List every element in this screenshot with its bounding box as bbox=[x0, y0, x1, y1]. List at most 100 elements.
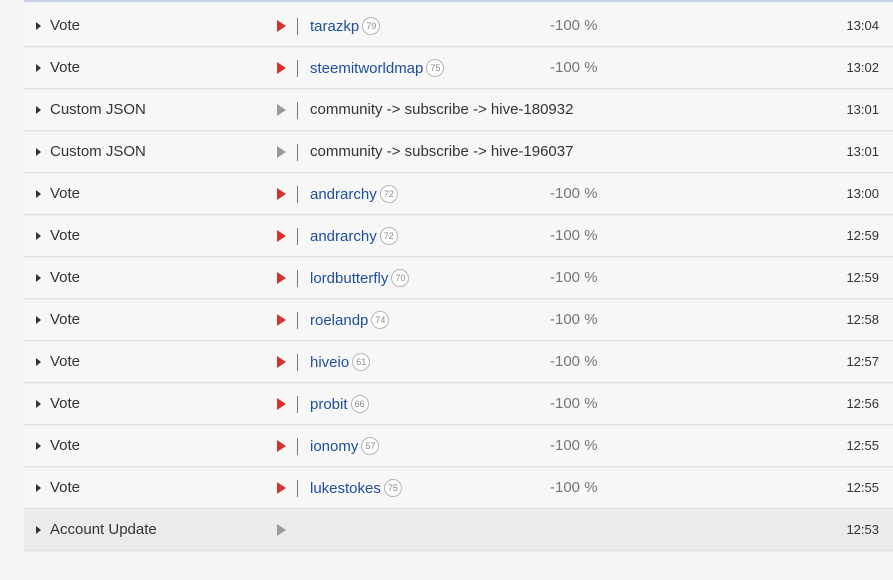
author-name[interactable]: lordbutterfly bbox=[310, 270, 388, 287]
top-border bbox=[24, 0, 893, 2]
author-name[interactable]: lukestokes bbox=[310, 480, 381, 497]
caret-right-icon[interactable] bbox=[36, 526, 41, 534]
operation-type: Vote bbox=[50, 353, 81, 370]
operation-type: Vote bbox=[50, 395, 81, 412]
op-flag-icon bbox=[277, 104, 286, 116]
caret-right-icon[interactable] bbox=[36, 274, 41, 282]
operation-type: Vote bbox=[50, 479, 81, 496]
author-link[interactable]: steemitworldmap 75 bbox=[310, 59, 445, 77]
author-link[interactable]: roelandp 74 bbox=[310, 311, 390, 329]
operation-type: Custom JSON bbox=[50, 143, 146, 160]
timestamp: 12:55 bbox=[846, 480, 879, 495]
reputation-badge: 72 bbox=[379, 227, 398, 245]
author-name[interactable]: roelandp bbox=[310, 312, 368, 329]
reputation-badge: 70 bbox=[391, 269, 410, 287]
vote-weight: -100 % bbox=[550, 17, 598, 34]
vote-flag-icon bbox=[277, 314, 286, 326]
operation-row[interactable]: Custom JSON community -> subscribe -> hi… bbox=[24, 90, 893, 130]
operation-row[interactable]: Vote lukestokes 75 -100 % 12:55 bbox=[24, 468, 893, 508]
vote-flag-icon bbox=[277, 230, 286, 242]
caret-right-icon[interactable] bbox=[36, 106, 41, 114]
vote-weight: -100 % bbox=[550, 185, 598, 202]
operation-row[interactable]: Vote andrarchy 72 -100 % 12:59 bbox=[24, 216, 893, 256]
operation-row[interactable]: Vote hiveio 61 -100 % 12:57 bbox=[24, 342, 893, 382]
vote-flag-icon bbox=[277, 482, 286, 494]
author-link[interactable]: lordbutterfly 70 bbox=[310, 269, 410, 287]
timestamp: 12:58 bbox=[846, 312, 879, 327]
author-link[interactable]: hiveio 61 bbox=[310, 353, 371, 371]
caret-right-icon[interactable] bbox=[36, 22, 41, 30]
operation-row[interactable]: Account Update 12:53 bbox=[24, 510, 893, 550]
caret-right-icon[interactable] bbox=[36, 358, 41, 366]
operation-type: Vote bbox=[50, 185, 81, 202]
operation-row[interactable]: Vote andrarchy 72 -100 % 13:00 bbox=[24, 174, 893, 214]
caret-right-icon[interactable] bbox=[36, 64, 41, 72]
operation-type: Vote bbox=[50, 311, 81, 328]
divider bbox=[297, 228, 298, 245]
vote-weight: -100 % bbox=[550, 437, 598, 454]
reputation-badge: 79 bbox=[362, 17, 381, 35]
operations-list: Vote tarazkp 79 -100 % 13:04 Vote steemit… bbox=[24, 6, 893, 552]
operation-row[interactable]: Vote lordbutterfly 70 -100 % 12:59 bbox=[24, 258, 893, 298]
reputation-badge: 72 bbox=[379, 185, 398, 203]
vote-weight: -100 % bbox=[550, 227, 598, 244]
author-name[interactable]: ionomy bbox=[310, 438, 358, 455]
vote-weight: -100 % bbox=[550, 269, 598, 286]
vote-weight: -100 % bbox=[550, 395, 598, 412]
vote-flag-icon bbox=[277, 440, 286, 452]
caret-right-icon[interactable] bbox=[36, 400, 41, 408]
reputation-badge: 75 bbox=[383, 479, 402, 497]
divider bbox=[297, 354, 298, 371]
operation-row[interactable]: Vote roelandp 74 -100 % 12:58 bbox=[24, 300, 893, 340]
author-link[interactable]: andrarchy 72 bbox=[310, 185, 398, 203]
vote-flag-icon bbox=[277, 272, 286, 284]
author-link[interactable]: ionomy 57 bbox=[310, 437, 380, 455]
author-name[interactable]: andrarchy bbox=[310, 186, 377, 203]
divider bbox=[297, 60, 298, 77]
reputation-badge: 61 bbox=[352, 353, 371, 371]
operation-row[interactable]: Vote probit 66 -100 % 12:56 bbox=[24, 384, 893, 424]
operation-row[interactable]: Vote steemitworldmap 75 -100 % 13:02 bbox=[24, 48, 893, 88]
vote-flag-icon bbox=[277, 20, 286, 32]
author-name[interactable]: probit bbox=[310, 396, 348, 413]
divider bbox=[297, 312, 298, 329]
divider bbox=[297, 18, 298, 35]
op-flag-icon bbox=[277, 524, 286, 536]
operation-row[interactable]: Custom JSON community -> subscribe -> hi… bbox=[24, 132, 893, 172]
operation-type: Vote bbox=[50, 17, 81, 34]
divider bbox=[297, 186, 298, 203]
author-name[interactable]: andrarchy bbox=[310, 228, 377, 245]
divider bbox=[297, 270, 298, 287]
author-link[interactable]: lukestokes 75 bbox=[310, 479, 402, 497]
operation-row[interactable]: Vote ionomy 57 -100 % 12:55 bbox=[24, 426, 893, 466]
caret-right-icon[interactable] bbox=[36, 442, 41, 450]
timestamp: 12:59 bbox=[846, 270, 879, 285]
custom-json-detail: community -> subscribe -> hive-180932 bbox=[310, 101, 574, 118]
caret-right-icon[interactable] bbox=[36, 190, 41, 198]
vote-flag-icon bbox=[277, 398, 286, 410]
op-flag-icon bbox=[277, 146, 286, 158]
operation-type: Vote bbox=[50, 59, 81, 76]
caret-right-icon[interactable] bbox=[36, 316, 41, 324]
reputation-badge: 57 bbox=[361, 437, 380, 455]
author-name[interactable]: steemitworldmap bbox=[310, 60, 423, 77]
timestamp: 13:00 bbox=[846, 186, 879, 201]
caret-right-icon[interactable] bbox=[36, 148, 41, 156]
author-link[interactable]: tarazkp 79 bbox=[310, 17, 381, 35]
timestamp: 12:55 bbox=[846, 438, 879, 453]
vote-flag-icon bbox=[277, 188, 286, 200]
divider bbox=[297, 480, 298, 497]
author-name[interactable]: hiveio bbox=[310, 354, 349, 371]
operation-row[interactable]: Vote tarazkp 79 -100 % 13:04 bbox=[24, 6, 893, 46]
caret-right-icon[interactable] bbox=[36, 484, 41, 492]
divider bbox=[297, 102, 298, 119]
author-name[interactable]: tarazkp bbox=[310, 18, 359, 35]
author-link[interactable]: andrarchy 72 bbox=[310, 227, 398, 245]
author-link[interactable]: probit 66 bbox=[310, 395, 369, 413]
timestamp: 13:02 bbox=[846, 60, 879, 75]
reputation-badge: 66 bbox=[350, 395, 369, 413]
caret-right-icon[interactable] bbox=[36, 232, 41, 240]
operation-type: Vote bbox=[50, 437, 81, 454]
divider bbox=[297, 396, 298, 413]
reputation-badge: 74 bbox=[371, 311, 390, 329]
